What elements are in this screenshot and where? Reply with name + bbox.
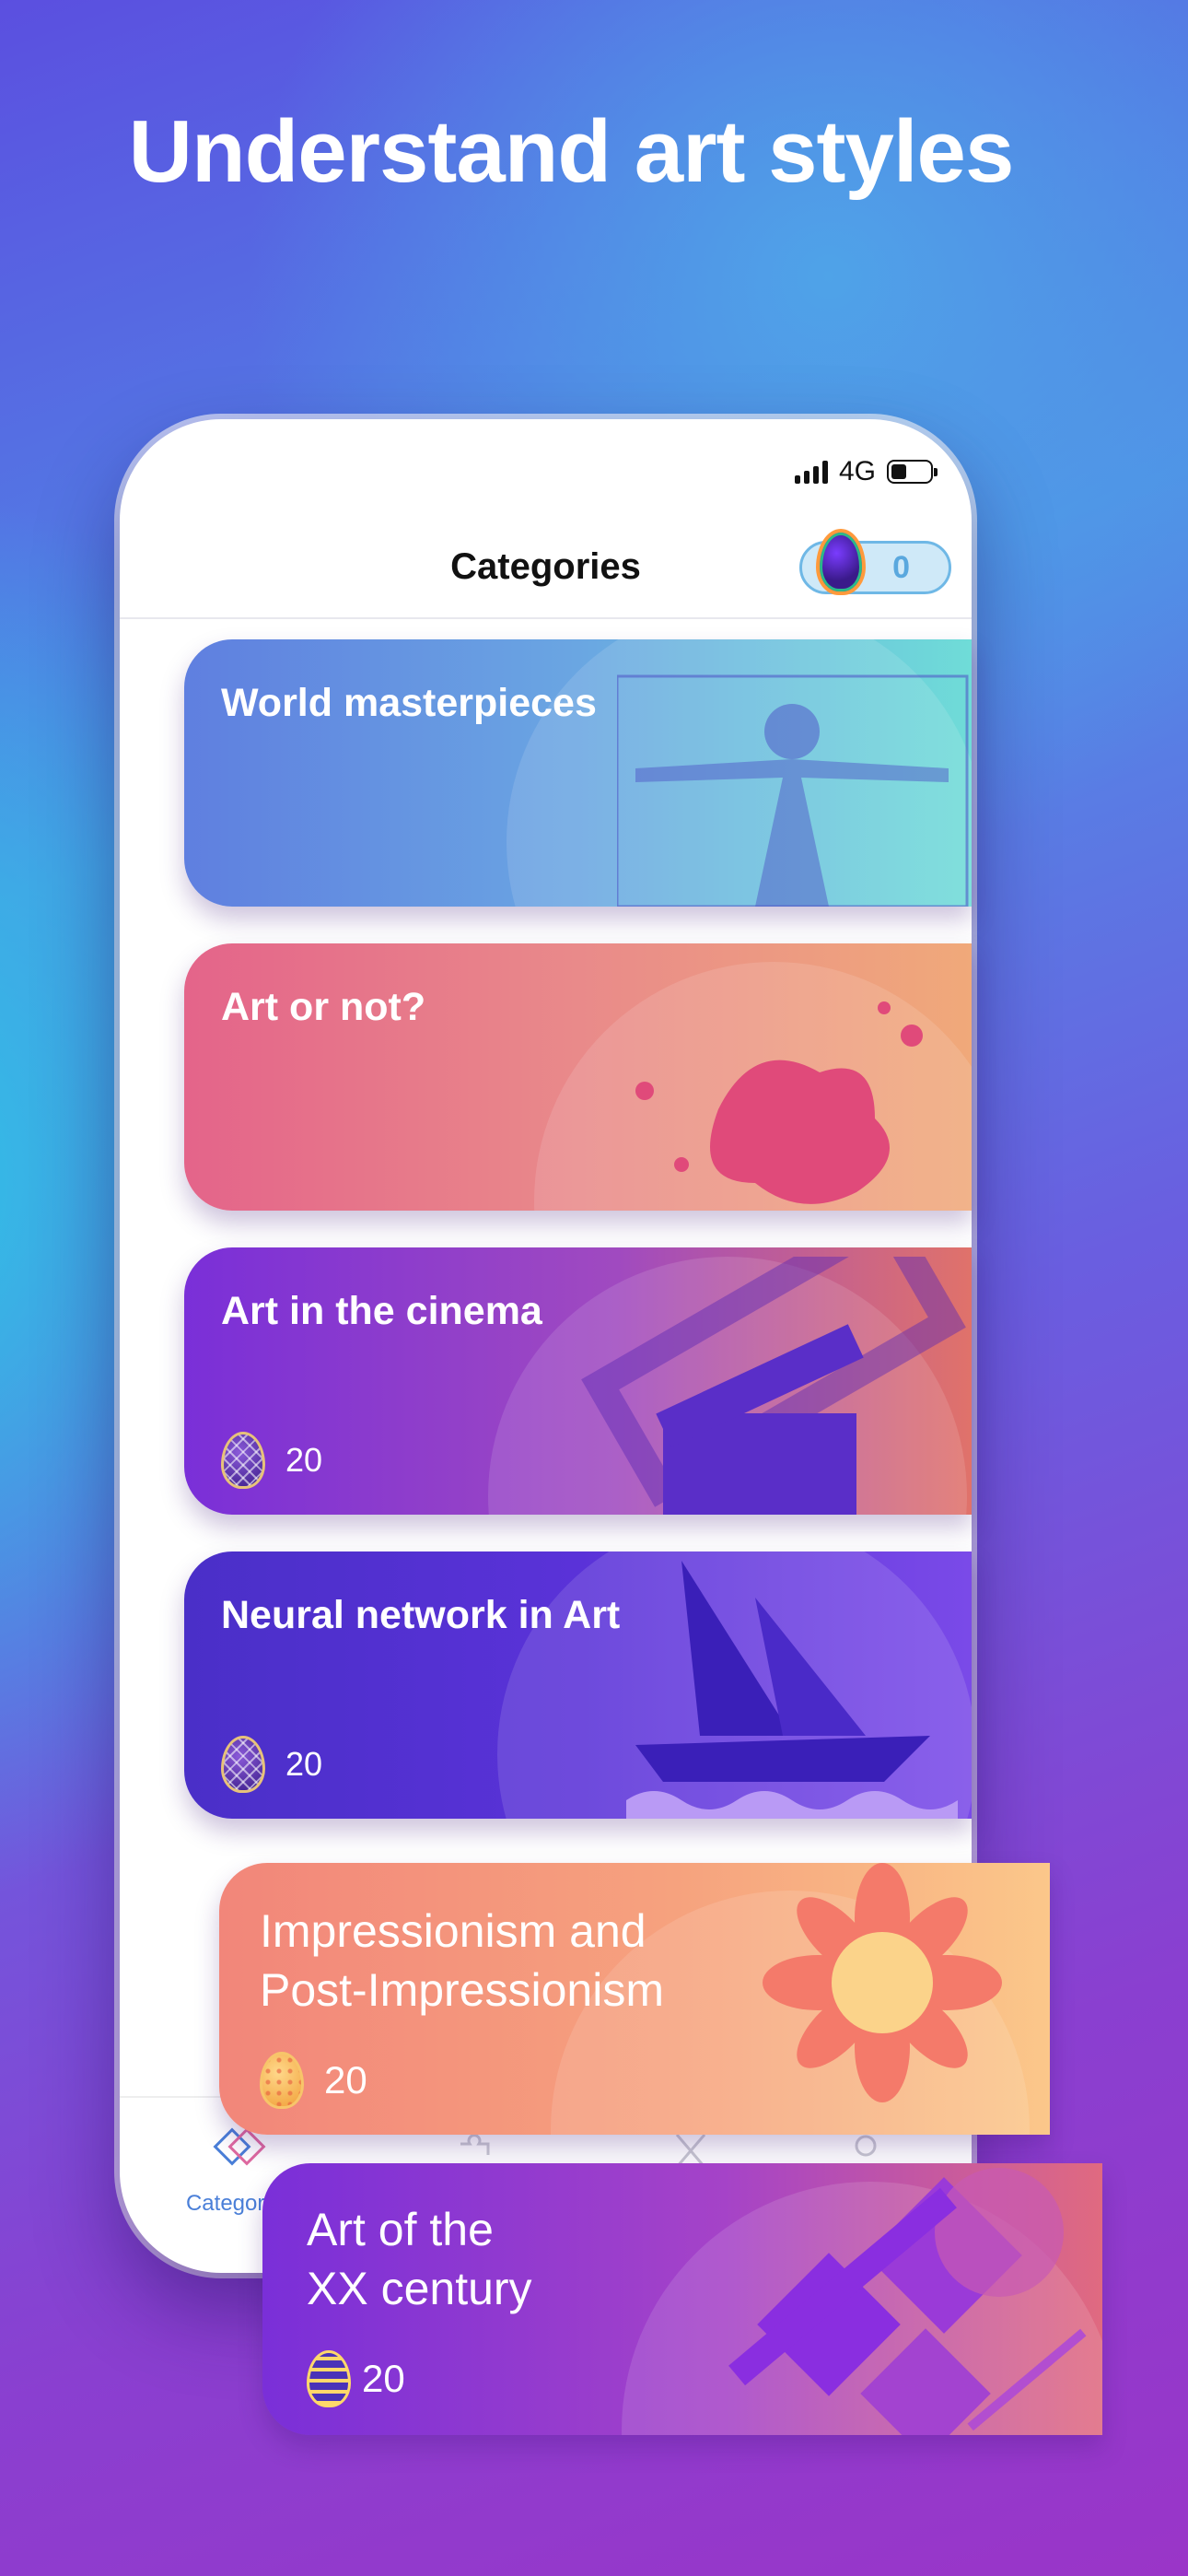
cost-badge: 20: [307, 2350, 405, 2407]
category-title: World masterpieces: [221, 681, 597, 725]
title-line-2: Post-Impressionism: [260, 1964, 664, 2016]
egg-coin-icon: [260, 2052, 304, 2109]
cost-value: 20: [362, 2357, 405, 2400]
cost-badge: 20: [260, 2052, 367, 2109]
title-line-1: Impressionism and: [260, 1905, 646, 1957]
category-title: Art of the XX century: [307, 2200, 532, 2318]
cost-badge: 20: [221, 1432, 322, 1489]
flower-illustration: [763, 1863, 1002, 2102]
nav-divider: [120, 617, 972, 619]
cost-value: 20: [324, 2058, 367, 2102]
vitruvian-illustration: [617, 674, 969, 907]
cost-value: 20: [285, 1745, 323, 1783]
signal-icon: [794, 460, 828, 484]
title-line-2: XX century: [307, 2263, 532, 2314]
category-title: Impressionism and Post-Impressionism: [260, 1902, 664, 2020]
category-card-xx-century[interactable]: Art of the XX century 20: [262, 2163, 1102, 2435]
paint-splash-illustration: [635, 1001, 923, 1204]
category-card-neural-network[interactable]: Neural network in Art 20: [184, 1551, 972, 1819]
category-card-world-masterpieces[interactable]: World masterpieces: [184, 639, 972, 907]
clapperboard-illustration: [581, 1257, 966, 1515]
geometric-shapes-illustration: [728, 2168, 1087, 2435]
category-title: Art in the cinema: [221, 1289, 542, 1333]
sailboat-illustration: [626, 1561, 958, 1819]
category-card-impressionism[interactable]: Impressionism and Post-Impressionism 20: [219, 1863, 1050, 2135]
network-label: 4G: [838, 456, 876, 486]
coin-count: 0: [892, 549, 910, 585]
category-title: Neural network in Art: [221, 1593, 621, 1637]
egg-coin-icon: [307, 2350, 351, 2407]
cost-badge: 20: [221, 1736, 322, 1793]
headline: Understand art styles: [128, 102, 1015, 201]
title-line-1: Art of the: [307, 2204, 494, 2255]
battery-icon: [887, 460, 938, 484]
coin-balance-button[interactable]: 0: [799, 529, 951, 595]
egg-coin-icon: [816, 529, 866, 595]
egg-coin-icon: [221, 1736, 265, 1793]
egg-coin-icon: [221, 1432, 265, 1489]
status-bar: 4G: [794, 456, 938, 487]
cost-value: 20: [285, 1441, 323, 1479]
category-title: Art or not?: [221, 985, 426, 1029]
category-card-art-or-not[interactable]: Art or not?: [184, 943, 972, 1211]
category-card-art-in-the-cinema[interactable]: Art in the cinema 20: [184, 1247, 972, 1515]
